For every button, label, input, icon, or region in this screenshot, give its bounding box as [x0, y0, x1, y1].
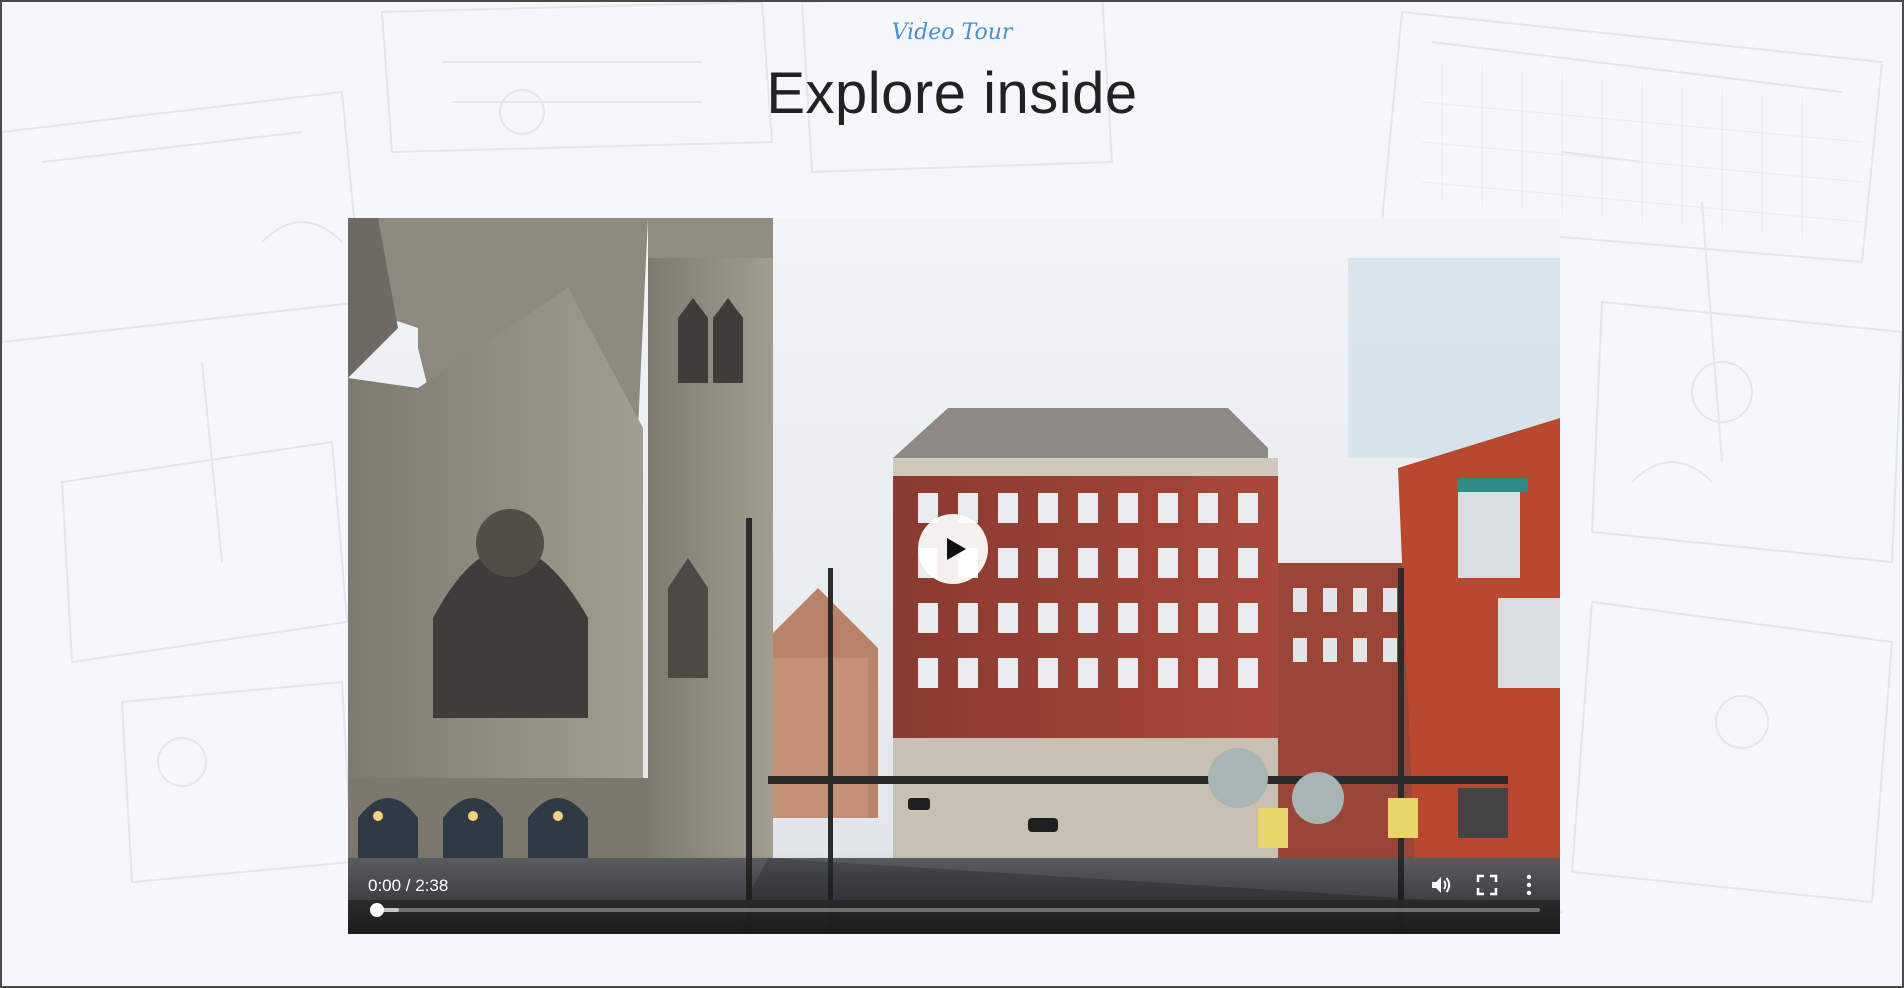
progress-bar[interactable] [370, 903, 1540, 917]
volume-button[interactable] [1426, 870, 1456, 900]
play-button[interactable] [918, 514, 988, 584]
more-vertical-icon [1526, 874, 1532, 896]
page-frame: Video Tour Explore inside 0:00 / 2:38 [0, 0, 1904, 988]
play-icon [946, 538, 966, 560]
section-eyebrow: Video Tour [891, 20, 1013, 45]
time-display: 0:00 / 2:38 [368, 876, 449, 895]
fullscreen-button[interactable] [1472, 870, 1502, 900]
section-title: Explore inside [766, 61, 1138, 126]
fullscreen-icon [1476, 874, 1498, 896]
more-options-button[interactable] [1514, 870, 1544, 900]
volume-icon [1432, 877, 1451, 893]
progress-knob[interactable] [370, 903, 384, 917]
video-player[interactable]: 0:00 / 2:38 [348, 218, 1560, 934]
video-controls: 0:00 / 2:38 [348, 854, 1560, 934]
